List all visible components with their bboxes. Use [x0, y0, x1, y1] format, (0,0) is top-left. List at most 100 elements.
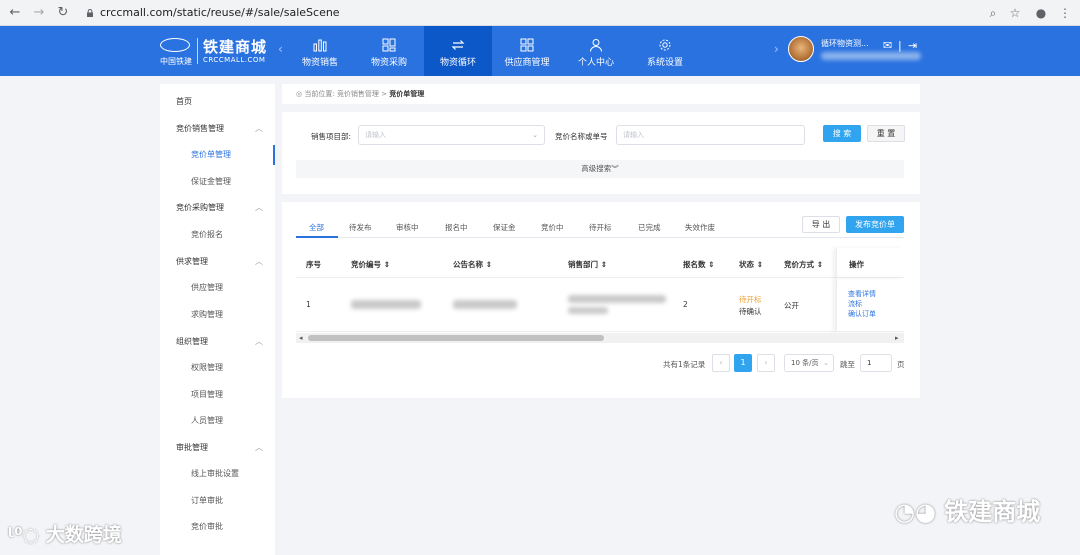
advanced-search-toggle[interactable]: 高级搜索︾	[296, 160, 904, 178]
tab-reviewing[interactable]: 审核中	[396, 222, 419, 233]
gear-icon	[659, 39, 671, 51]
column-header: 序号	[306, 260, 321, 269]
nav-item-material-sales[interactable]: 物资销售	[286, 26, 354, 76]
column-header[interactable]: 销售部门 ⇕	[568, 259, 607, 270]
tab-deposit[interactable]: 保证金	[493, 222, 516, 233]
recycle-icon	[451, 40, 465, 50]
logout-icon[interactable]: ⇥	[908, 40, 920, 52]
cell-count: 2	[683, 300, 688, 309]
tab-all[interactable]: 全部	[309, 222, 324, 233]
list-panel: 全部 待发布 审核中 报名中 保证金 竞价中 待开标 已完成 失效作废 导 出 …	[282, 202, 920, 398]
fail-bid-link[interactable]: 流标	[848, 299, 862, 309]
back-arrow-icon[interactable]: ←	[6, 4, 24, 22]
nav-item-material-purchase[interactable]: 物资采购	[355, 26, 423, 76]
sidebar-item-home[interactable]: 首页	[160, 92, 275, 112]
sidebar-group-organization[interactable]: 组织管理 ︿	[160, 332, 275, 352]
sidebar-item-bid-approval[interactable]: 竞价审批	[160, 517, 275, 537]
sidebar-group-approval[interactable]: 审批管理 ︿	[160, 438, 275, 458]
sidebar-group-bid-purchase[interactable]: 竞价采购管理 ︿	[160, 198, 275, 218]
tab-pending-open[interactable]: 待开标	[589, 222, 612, 233]
scrollbar-thumb[interactable]	[308, 335, 604, 341]
chevron-up-icon: ︿	[255, 257, 263, 266]
tab-invalid[interactable]: 失效作废	[685, 222, 715, 233]
tab-pending-publish[interactable]: 待发布	[349, 222, 372, 233]
column-header[interactable]: 竞价编号 ⇕	[351, 259, 390, 270]
nav-item-personal-center[interactable]: 个人中心	[562, 26, 630, 76]
search-button[interactable]: 搜 索	[823, 125, 861, 142]
page-size-value: 10 条/页	[791, 359, 819, 367]
sidebar-item-demand-management[interactable]: 求购管理	[160, 305, 275, 325]
project-label: 销售项目部:	[311, 132, 352, 141]
sidebar-item-label: 竞价单管理	[191, 150, 231, 159]
watermark-right: ◔◕ 铁建商城	[894, 492, 1040, 527]
column-header-label: 操作	[849, 260, 864, 269]
cell-notice-name-blurred	[453, 300, 517, 309]
view-details-link[interactable]: 查看详情	[848, 289, 876, 299]
sidebar-group-bid-sales[interactable]: 竞价销售管理 ︿	[160, 119, 275, 139]
goto-value: 1	[867, 359, 872, 367]
sidebar-group-supply-demand[interactable]: 供求管理 ︿	[160, 252, 275, 272]
nav-label: 物资销售	[301, 58, 338, 68]
pagination-prev-button[interactable]: ‹	[712, 354, 730, 372]
reload-icon[interactable]: ↻	[54, 4, 72, 22]
watermark-right-text: 铁建商城	[944, 498, 1041, 526]
cell-department-blurred-2	[568, 307, 608, 314]
cell-method: 公开	[784, 301, 799, 310]
goto-page-input[interactable]: 1	[860, 354, 892, 372]
sidebar-item-staff-management[interactable]: 人员管理	[160, 411, 275, 431]
pagination-page-current[interactable]: 1	[734, 354, 752, 372]
export-button[interactable]: 导 出	[802, 216, 840, 233]
sidebar-item-online-approval-settings[interactable]: 线上审批设置	[160, 464, 275, 484]
sidebar-item-label: 首页	[176, 97, 192, 106]
address-bar[interactable]: crccmall.com/static/reuse/#/sale/saleSce…	[80, 3, 1030, 23]
cell-bid-number-blurred	[351, 300, 421, 309]
column-header[interactable]: 竞价方式 ⇕	[784, 259, 823, 270]
sidebar-item-label: 权限管理	[191, 363, 223, 372]
sidebar-item-bid-order-management[interactable]: 竞价单管理	[160, 145, 275, 165]
advanced-search-label: 高级搜索	[581, 164, 612, 173]
sidebar-item-order-approval[interactable]: 订单审批	[160, 491, 275, 511]
scroll-left-arrow-icon[interactable]: ◂	[299, 333, 303, 343]
page-size-select[interactable]: 10 条/页 ⌄	[784, 354, 834, 372]
avatar[interactable]	[788, 36, 814, 62]
column-header[interactable]: 状态 ⇕	[739, 259, 763, 270]
chevron-up-icon: ︿	[255, 443, 263, 452]
tab-bidding[interactable]: 竞价中	[541, 222, 564, 233]
scroll-right-arrow-icon[interactable]: ▸	[895, 333, 899, 343]
sidebar-item-label: 订单审批	[191, 496, 223, 505]
tab-registering[interactable]: 报名中	[445, 222, 468, 233]
bookmark-star-icon[interactable]: ☆	[1006, 4, 1024, 22]
sidebar-item-deposit-management[interactable]: 保证金管理	[160, 172, 275, 192]
breadcrumb-parent[interactable]: 竞价销售管理	[337, 90, 379, 98]
profile-icon[interactable]: ●	[1032, 4, 1050, 22]
name-input[interactable]: 请输入	[616, 125, 805, 145]
nav-label: 个人中心	[577, 58, 614, 68]
cell-actions: 查看详情 流标 确认订单	[836, 278, 904, 332]
nav-item-system-settings[interactable]: 系统设置	[631, 26, 699, 76]
nav-item-material-recycle[interactable]: 物资循环	[424, 26, 492, 76]
publish-bid-button[interactable]: 发布竞价单	[846, 216, 904, 233]
column-header[interactable]: 公告名称 ⇕	[453, 259, 492, 270]
pagination-next-button[interactable]: ›	[757, 354, 775, 372]
mail-icon[interactable]: ✉	[883, 40, 895, 52]
tab-completed[interactable]: 已完成	[638, 222, 661, 233]
zoom-icon[interactable]: ⌕	[984, 4, 1002, 22]
project-select[interactable]: 请输入 ⌄	[358, 125, 545, 145]
nav-scroll-left-icon[interactable]: ‹	[278, 42, 283, 56]
forward-arrow-icon[interactable]: →	[30, 4, 48, 22]
logo[interactable]: 中国铁建 铁建商城 CRCCMALL.COM	[160, 36, 275, 68]
reset-button[interactable]: 重 置	[867, 125, 905, 142]
sidebar-item-bid-registration[interactable]: 竞价报名	[160, 225, 275, 245]
column-header[interactable]: 报名数 ⇕	[683, 259, 714, 270]
sidebar-item-project-management[interactable]: 项目管理	[160, 385, 275, 405]
chevron-down-icon: ⌄	[823, 359, 829, 367]
sidebar-item-supply-management[interactable]: 供应管理	[160, 278, 275, 298]
chevron-up-icon: ︿	[255, 203, 263, 212]
horizontal-scrollbar[interactable]: ◂ ▸	[296, 333, 904, 343]
user-panel[interactable]: 循环物资测... ✉ | ⇥	[788, 34, 923, 68]
nav-scroll-right-icon[interactable]: ›	[774, 42, 779, 56]
confirm-order-link[interactable]: 确认订单	[848, 309, 876, 319]
menu-dots-icon[interactable]: ⋮	[1056, 4, 1074, 22]
sidebar-item-permission-management[interactable]: 权限管理	[160, 358, 275, 378]
nav-item-supplier-management[interactable]: 供应商管理	[493, 26, 561, 76]
